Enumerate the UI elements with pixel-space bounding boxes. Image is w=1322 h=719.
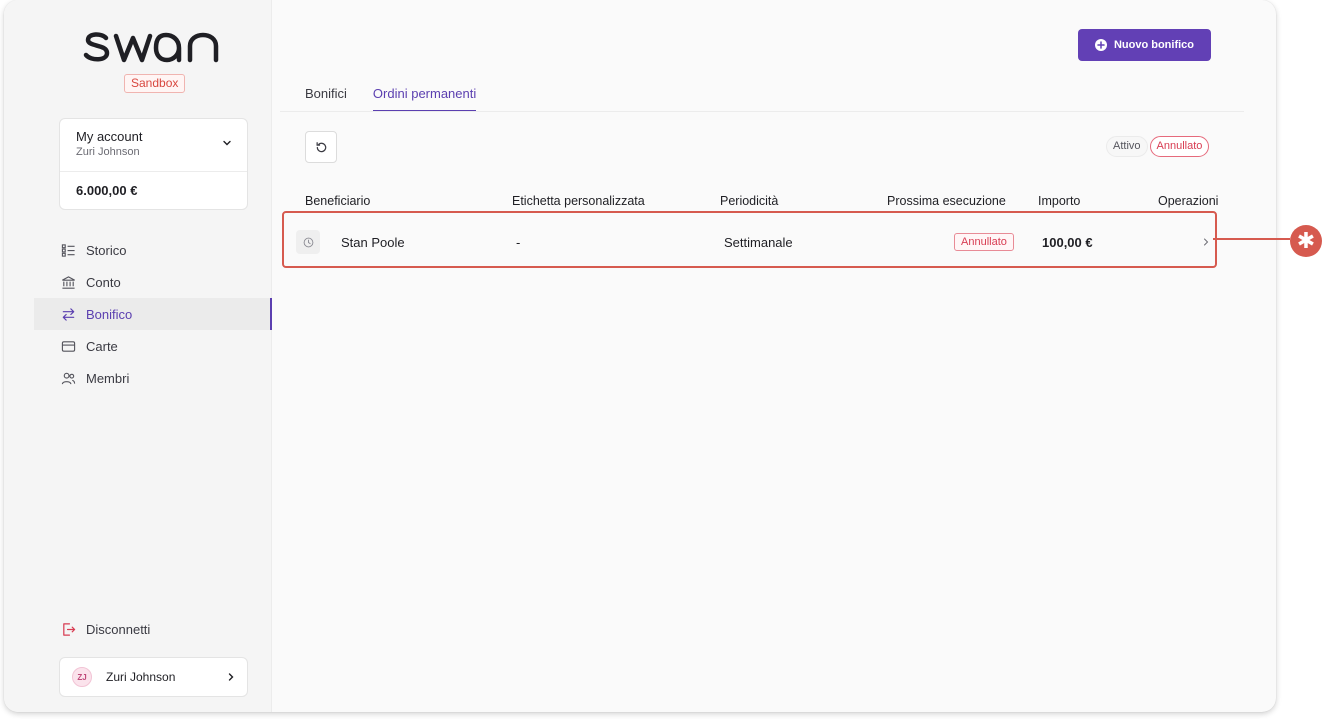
- sidebar-item-label: Conto: [86, 274, 121, 290]
- sidebar-item-label: Storico: [86, 242, 127, 258]
- card-icon: [61, 340, 76, 352]
- status-filters: Attivo Annullato: [1106, 136, 1210, 157]
- column-header-next-execution: Prossima esecuzione: [887, 194, 1006, 208]
- filter-active[interactable]: Attivo: [1106, 136, 1148, 157]
- app-window: Sandbox My account Zuri Johnson 6.000,00…: [4, 0, 1276, 712]
- beneficiary-name: Stan Poole: [341, 235, 405, 250]
- column-header-beneficiary: Beneficiario: [305, 194, 371, 208]
- account-name: My account: [76, 129, 143, 144]
- table-row[interactable]: Stan Poole - Settimanale Annullato 100,0…: [290, 219, 1211, 263]
- sidebar-item-bonifico[interactable]: Bonifico: [34, 298, 272, 330]
- account-holder: Zuri Johnson: [76, 146, 140, 158]
- refresh-button[interactable]: [305, 131, 337, 163]
- clock-icon: [296, 230, 320, 254]
- main-content: Nuovo bonifico Bonifici Ordini permanent…: [272, 0, 1276, 712]
- tab-ordini-permanenti[interactable]: Ordini permanenti: [372, 86, 477, 112]
- sidebar-item-label: Carte: [86, 338, 118, 354]
- logout-button[interactable]: Disconnetti: [61, 622, 150, 637]
- new-transfer-label: Nuovo bonifico: [1113, 39, 1195, 51]
- amount: 100,00 €: [1042, 235, 1093, 250]
- column-header-amount: Importo: [1038, 194, 1081, 208]
- chevron-right-icon: [228, 673, 234, 681]
- logout-label: Disconnetti: [86, 622, 151, 637]
- account-divider: [60, 171, 247, 172]
- bank-icon: [62, 275, 75, 289]
- swan-logo: [83, 32, 219, 63]
- chevron-down-icon: [223, 140, 231, 146]
- sidebar-item-label: Bonifico: [86, 306, 133, 322]
- periodicity: Settimanale: [724, 235, 793, 250]
- sidebar-item-label: Membri: [86, 370, 130, 386]
- status-badge: Annullato: [954, 233, 1014, 251]
- column-header-custom-label: Etichetta personalizzata: [512, 194, 645, 208]
- new-transfer-button[interactable]: Nuovo bonifico: [1078, 29, 1211, 61]
- user-name: Zuri Johnson: [106, 670, 176, 684]
- transfer-arrows-icon: [62, 307, 75, 321]
- column-header-operations: Operazioni: [1158, 194, 1219, 208]
- sidebar: Sandbox My account Zuri Johnson 6.000,00…: [4, 0, 272, 712]
- tab-bonifici[interactable]: Bonifici: [305, 86, 347, 112]
- tab-bar: Bonifici Ordini permanenti: [305, 86, 502, 112]
- sidebar-item-storico[interactable]: Storico: [34, 234, 272, 266]
- history-list-icon: [61, 243, 75, 257]
- sidebar-nav: Storico Conto Bonifico Carte Membri: [34, 234, 272, 394]
- user-profile-button[interactable]: ZJ Zuri Johnson: [59, 657, 248, 697]
- column-header-periodicity: Periodicità: [720, 194, 779, 208]
- account-balance: 6.000,00 €: [76, 183, 138, 198]
- logout-icon: [63, 623, 76, 636]
- account-selector[interactable]: My account Zuri Johnson 6.000,00 €: [59, 118, 248, 210]
- refresh-icon: [316, 141, 326, 152]
- filter-cancelled[interactable]: Annullato: [1149, 136, 1210, 157]
- plus-circle-icon: [1094, 39, 1107, 51]
- annotation-marker: ✱: [1290, 225, 1322, 257]
- annotation-line: [1213, 238, 1290, 240]
- members-icon: [61, 372, 76, 384]
- chevron-right-icon: [1204, 238, 1209, 246]
- avatar: ZJ: [72, 667, 92, 687]
- sidebar-item-membri[interactable]: Membri: [34, 362, 272, 394]
- sidebar-item-conto[interactable]: Conto: [34, 266, 272, 298]
- sandbox-badge: Sandbox: [124, 74, 186, 93]
- tabs-divider: [280, 111, 1244, 112]
- custom-label: -: [516, 235, 521, 250]
- sidebar-item-carte[interactable]: Carte: [34, 330, 272, 362]
